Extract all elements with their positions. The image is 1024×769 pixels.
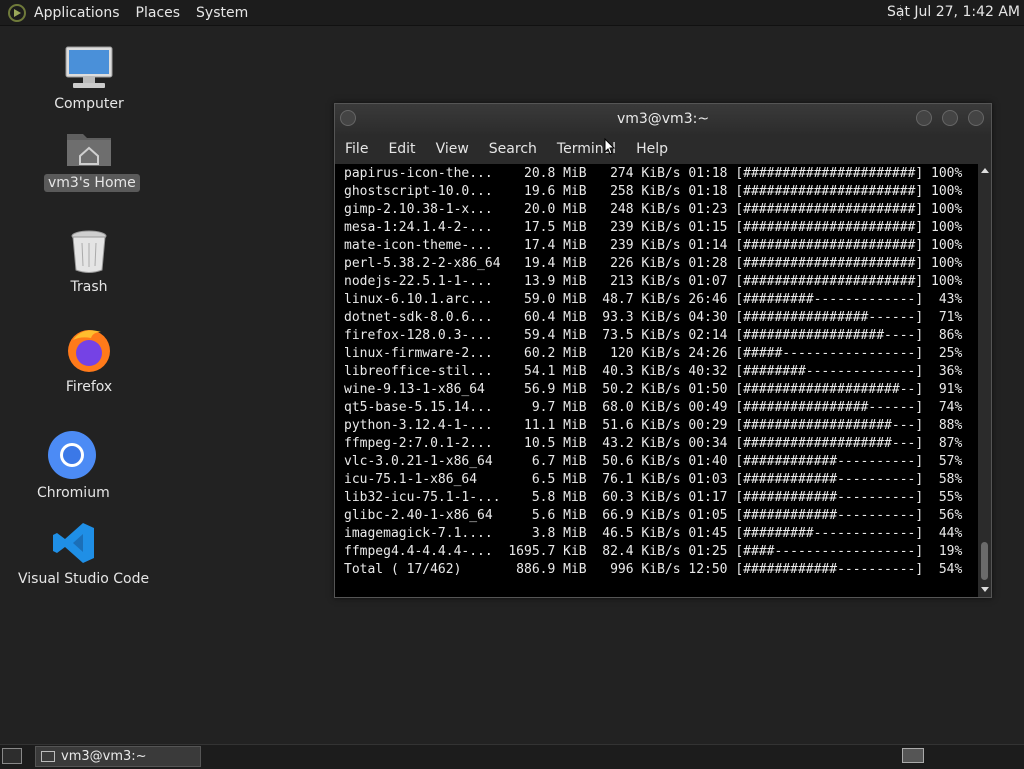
terminal-line: gimp-2.10.38-1-x... 20.0 MiB 248 KiB/s 0… bbox=[344, 202, 963, 217]
terminal-line: glibc-2.40-1-x86_64 5.6 MiB 66.9 KiB/s 0… bbox=[344, 508, 963, 523]
terminal-line: linux-6.10.1.arc... 59.0 MiB 48.7 KiB/s … bbox=[344, 292, 963, 307]
terminal-line: perl-5.38.2-2-x86_64 19.4 MiB 226 KiB/s … bbox=[344, 256, 963, 271]
scrollbar-thumb[interactable] bbox=[981, 542, 988, 580]
desktop-icon-label: Trash bbox=[70, 279, 108, 295]
menu-edit[interactable]: Edit bbox=[388, 141, 415, 157]
terminal-line: mesa-1:24.1.4-2-... 17.5 MiB 239 KiB/s 0… bbox=[344, 220, 963, 235]
desktop-icon-label: Chromium bbox=[37, 485, 110, 501]
terminal-line: ffmpeg-2:7.0.1-2... 10.5 MiB 43.2 KiB/s … bbox=[344, 436, 963, 451]
terminal-line: python-3.12.4-1-... 11.1 MiB 51.6 KiB/s … bbox=[344, 418, 963, 433]
home-folder-icon bbox=[67, 134, 111, 166]
mouse-cursor-icon bbox=[604, 138, 616, 155]
window-menu-button[interactable] bbox=[340, 110, 356, 126]
vscode-icon bbox=[53, 523, 94, 563]
terminal-line: mate-icon-theme-... 17.4 MiB 239 KiB/s 0… bbox=[344, 238, 963, 253]
scroll-up-arrow-icon[interactable] bbox=[981, 168, 989, 173]
bottom-panel: vm3@vm3:~ bbox=[0, 744, 1024, 769]
terminal-line: imagemagick-7.1.... 3.8 MiB 46.5 KiB/s 0… bbox=[344, 526, 963, 541]
desktop-icon-label: vm3's Home bbox=[44, 174, 140, 192]
terminal-line: linux-firmware-2... 60.2 MiB 120 KiB/s 2… bbox=[344, 346, 963, 361]
mate-logo-icon[interactable] bbox=[8, 3, 26, 22]
menu-search[interactable]: Search bbox=[489, 141, 537, 157]
scroll-down-arrow-icon[interactable] bbox=[981, 587, 989, 592]
terminal-icon bbox=[41, 751, 55, 762]
close-button[interactable] bbox=[968, 110, 984, 126]
minimize-button[interactable] bbox=[916, 110, 932, 126]
terminal-menubar: File Edit View Search Terminal Help bbox=[335, 134, 991, 164]
terminal-window: vm3@vm3:~ File Edit View Search Terminal… bbox=[334, 103, 992, 598]
terminal-scrollbar[interactable] bbox=[978, 164, 991, 597]
desktop-icon-label: Computer bbox=[54, 96, 124, 112]
taskbar-window-label: vm3@vm3:~ bbox=[61, 749, 147, 764]
terminal-output[interactable]: papirus-icon-the... 20.8 MiB 274 KiB/s 0… bbox=[335, 164, 978, 597]
window-title: vm3@vm3:~ bbox=[616, 111, 710, 127]
window-titlebar[interactable]: vm3@vm3:~ bbox=[335, 104, 991, 134]
trash-icon bbox=[71, 230, 107, 273]
applications-menu[interactable]: Applications bbox=[34, 5, 120, 21]
show-desktop-icon[interactable] bbox=[2, 748, 22, 764]
places-menu[interactable]: Places bbox=[136, 5, 181, 21]
maximize-button[interactable] bbox=[942, 110, 958, 126]
menu-help[interactable]: Help bbox=[636, 141, 668, 157]
taskbar-window-button[interactable]: vm3@vm3:~ bbox=[35, 746, 201, 767]
chromium-icon bbox=[48, 431, 96, 479]
desktop-icon-vscode[interactable]: Visual Studio Code bbox=[14, 520, 149, 588]
terminal-line: libreoffice-stil... 54.1 MiB 40.3 KiB/s … bbox=[344, 364, 963, 379]
system-menu[interactable]: System bbox=[196, 5, 248, 21]
desktop-icon-firefox[interactable]: Firefox bbox=[50, 326, 128, 396]
terminal-line: dotnet-sdk-8.0.6... 60.4 MiB 93.3 KiB/s … bbox=[344, 310, 963, 325]
top-panel: Applications Places System Sat Jul 27, 1… bbox=[0, 0, 1024, 26]
desktop-icon-home[interactable]: vm3's Home bbox=[44, 128, 140, 192]
desktop-icon-chromium[interactable]: Chromium bbox=[33, 430, 111, 502]
terminal-line: papirus-icon-the... 20.8 MiB 274 KiB/s 0… bbox=[344, 166, 963, 181]
terminal-line: firefox-128.0.3-... 59.4 MiB 73.5 KiB/s … bbox=[344, 328, 963, 343]
desktop-icon-computer[interactable]: Computer bbox=[50, 45, 128, 113]
menu-file[interactable]: File bbox=[345, 141, 368, 157]
terminal-line: vlc-3.0.21-1-x86_64 6.7 MiB 50.6 KiB/s 0… bbox=[344, 454, 963, 469]
workspace-switcher[interactable] bbox=[902, 748, 924, 763]
terminal-line: nodejs-22.5.1-1-... 13.9 MiB 213 KiB/s 0… bbox=[344, 274, 963, 289]
terminal-line: icu-75.1-1-x86_64 6.5 MiB 76.1 KiB/s 01:… bbox=[344, 472, 963, 487]
desktop-icon-label: Firefox bbox=[65, 379, 113, 395]
terminal-line: ffmpeg4.4-4.4.4-... 1695.7 KiB 82.4 KiB/… bbox=[344, 544, 963, 559]
menu-view[interactable]: View bbox=[436, 141, 469, 157]
terminal-line: qt5-base-5.15.14... 9.7 MiB 68.0 KiB/s 0… bbox=[344, 400, 963, 415]
clock[interactable]: Sat Jul 27, 1:42 AM bbox=[887, 4, 1020, 20]
terminal-line: lib32-icu-75.1-1-... 5.8 MiB 60.3 KiB/s … bbox=[344, 490, 963, 505]
desktop-icon-label: Visual Studio Code bbox=[18, 571, 150, 587]
terminal-line: ghostscript-10.0... 19.6 MiB 258 KiB/s 0… bbox=[344, 184, 963, 199]
firefox-icon bbox=[68, 330, 110, 372]
terminal-line: wine-9.13-1-x86_64 56.9 MiB 50.2 KiB/s 0… bbox=[344, 382, 963, 397]
desktop-icon-trash[interactable]: Trash bbox=[50, 228, 128, 296]
terminal-line: Total ( 17/462) 886.9 MiB 996 KiB/s 12:5… bbox=[344, 562, 963, 577]
computer-icon bbox=[65, 46, 113, 88]
